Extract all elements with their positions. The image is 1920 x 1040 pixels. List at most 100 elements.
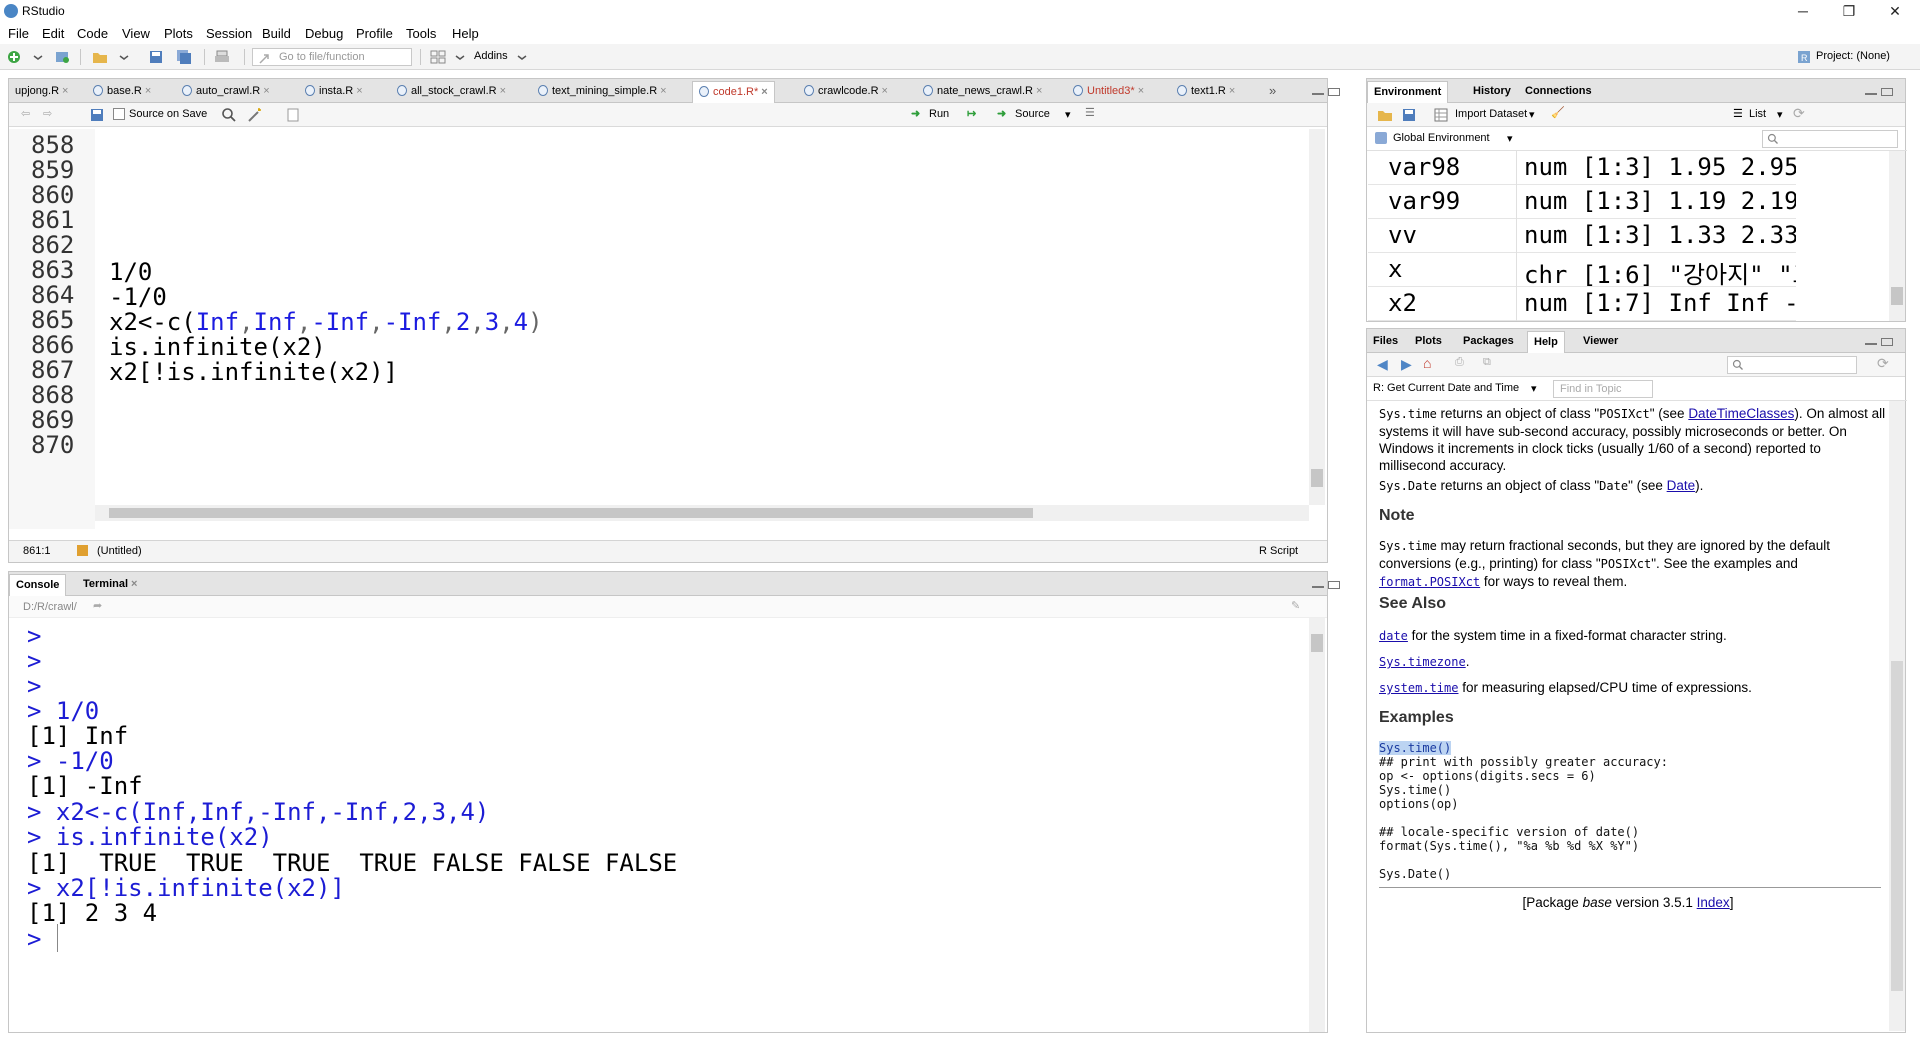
print-icon[interactable]: ⎙ — [1455, 356, 1464, 369]
magic-wand-icon[interactable] — [247, 107, 263, 123]
minimize-pane-icon[interactable] — [1865, 93, 1877, 95]
grid-layout-icon[interactable] — [430, 49, 446, 65]
system-time-link[interactable]: system.time — [1379, 681, 1458, 695]
chevron-down-icon[interactable]: ▾ — [1531, 382, 1537, 395]
environment-row[interactable]: vv num [1:3] 1.33 2.33 3… — [1368, 219, 1796, 253]
help-vertical-scrollbar[interactable] — [1889, 401, 1905, 1031]
open-new-window-icon[interactable]: ⧉ — [1483, 356, 1491, 369]
close-icon[interactable]: × — [660, 85, 666, 97]
menu-debug[interactable]: Debug — [305, 26, 343, 41]
tab-text-mining-simple[interactable]: text_mining_simple.R × — [532, 81, 673, 103]
clear-objects-icon[interactable]: 🧹 — [1551, 106, 1565, 119]
scrollbar-thumb[interactable] — [1891, 661, 1903, 991]
code-area[interactable]: 1/0 -1/0 x2<-c(Inf,Inf,-Inf,-Inf,2,3,4) … — [95, 129, 1305, 505]
close-icon[interactable]: × — [263, 85, 269, 97]
pane-minmax[interactable] — [1312, 578, 1342, 590]
environment-scope-selector[interactable]: Global Environment — [1393, 132, 1490, 144]
menu-plots[interactable]: Plots — [164, 26, 193, 41]
close-icon[interactable]: × — [1138, 85, 1144, 97]
maximize-pane-icon[interactable] — [1328, 581, 1340, 589]
project-menu[interactable]: Project: (None) — [1816, 50, 1890, 62]
forward-arrow-icon[interactable]: ▶ — [1401, 356, 1412, 373]
environment-row[interactable]: x chr [1:6] "강아지" "고… — [1368, 253, 1796, 289]
maximize-pane-icon[interactable] — [1328, 88, 1340, 96]
source-button[interactable]: Source — [1015, 108, 1050, 120]
tab-code1[interactable]: code1.R* × — [692, 81, 775, 103]
menu-help[interactable]: Help — [452, 26, 479, 41]
tab-insta[interactable]: insta.R × — [299, 81, 369, 103]
search-icon[interactable] — [221, 107, 237, 123]
chevron-down-icon[interactable]: ▾ — [1777, 108, 1783, 121]
tab-nate-news-crawl[interactable]: nate_news_crawl.R × — [917, 81, 1048, 103]
minimize-pane-icon[interactable] — [1312, 93, 1324, 95]
console-prompt[interactable]: > — [27, 925, 41, 953]
goto-file-function-input[interactable]: Go to file/function — [252, 48, 412, 66]
tab-files[interactable]: Files — [1367, 331, 1404, 353]
close-icon[interactable]: × — [761, 86, 767, 98]
chevron-down-icon[interactable] — [452, 49, 468, 65]
open-file-icon[interactable] — [92, 49, 108, 65]
tab-packages[interactable]: Packages — [1457, 331, 1520, 353]
refresh-icon[interactable]: ⟳ — [1793, 105, 1805, 122]
close-icon[interactable]: × — [882, 85, 888, 97]
close-icon[interactable]: × — [356, 85, 362, 97]
tab-base[interactable]: base.R × — [87, 81, 157, 103]
compile-report-icon[interactable] — [285, 107, 301, 123]
new-project-icon[interactable] — [54, 49, 70, 65]
tab-viewer[interactable]: Viewer — [1577, 331, 1624, 353]
tab-terminal[interactable]: Terminal × — [77, 574, 143, 596]
environment-row[interactable]: var99 num [1:3] 1.19 2.19 3… — [1368, 185, 1796, 219]
pane-minmax[interactable] — [1312, 85, 1342, 97]
datetimeclasses-link[interactable]: DateTimeClasses — [1688, 406, 1794, 421]
pane-minmax[interactable] — [1865, 85, 1895, 97]
minimize-pane-icon[interactable] — [1865, 343, 1877, 345]
close-icon[interactable]: × — [1036, 85, 1042, 97]
date-link[interactable]: Date — [1667, 478, 1696, 493]
close-icon[interactable]: × — [1229, 85, 1235, 97]
save-workspace-icon[interactable] — [1401, 107, 1417, 123]
tab-connections[interactable]: Connections — [1519, 81, 1598, 103]
tab-console[interactable]: Console — [9, 574, 67, 596]
tab-history[interactable]: History — [1467, 81, 1517, 103]
chevron-down-icon[interactable] — [514, 49, 530, 65]
tab-upjong[interactable]: upjong.R × — [9, 81, 74, 103]
console-output[interactable]: > > > > 1/0 [1] Inf > -1/0 [1] -Inf > x2… — [9, 618, 1305, 1032]
save-icon[interactable] — [89, 107, 105, 123]
editor-vertical-scrollbar[interactable] — [1309, 129, 1325, 505]
chevron-down-icon[interactable]: ▾ — [1065, 108, 1071, 121]
menu-profile[interactable]: Profile — [356, 26, 393, 41]
addins-menu[interactable]: Addins — [474, 50, 508, 62]
environment-row[interactable]: var98 num [1:3] 1.95 2.95 3… — [1368, 151, 1796, 185]
environment-search-input[interactable] — [1762, 130, 1898, 148]
minimize-button[interactable]: ─ — [1780, 0, 1826, 24]
back-arrow-icon[interactable]: ⇦ — [21, 107, 30, 120]
tab-environment[interactable]: Environment — [1367, 81, 1449, 103]
print-icon[interactable] — [214, 49, 230, 65]
forward-arrow-icon[interactable]: ⇨ — [43, 107, 52, 120]
back-arrow-icon[interactable]: ◀ — [1377, 356, 1388, 373]
goto-directory-icon[interactable]: ➦ — [93, 599, 102, 612]
menu-view[interactable]: View — [122, 26, 150, 41]
scrollbar-thumb[interactable] — [109, 508, 1033, 518]
scrollbar-thumb[interactable] — [1311, 634, 1323, 652]
tab-untitled3[interactable]: Untitled3* × — [1067, 81, 1150, 103]
tab-text1[interactable]: text1.R × — [1171, 81, 1241, 103]
close-button[interactable]: ✕ — [1872, 0, 1918, 24]
rerun-icon[interactable]: ↦ — [967, 107, 976, 120]
index-link[interactable]: Index — [1697, 895, 1730, 910]
help-search-input[interactable] — [1727, 356, 1857, 374]
console-vertical-scrollbar[interactable] — [1309, 618, 1325, 1032]
format-posixct-link[interactable]: format.POSIXct — [1379, 575, 1480, 589]
import-dataset-button[interactable]: Import Dataset — [1455, 108, 1527, 120]
menu-code[interactable]: Code — [77, 26, 108, 41]
menu-session[interactable]: Session — [206, 26, 252, 41]
source-on-save-checkbox[interactable] — [113, 108, 125, 120]
tab-auto-crawl[interactable]: auto_crawl.R × — [176, 81, 276, 103]
outline-icon[interactable]: ☰ — [1085, 106, 1095, 119]
scrollbar-thumb[interactable] — [1891, 287, 1903, 305]
menu-file[interactable]: File — [8, 26, 29, 41]
help-topic-selector[interactable]: R: Get Current Date and Time — [1373, 382, 1519, 394]
menu-tools[interactable]: Tools — [406, 26, 436, 41]
editor-horizontal-scrollbar[interactable] — [95, 505, 1309, 521]
close-icon[interactable]: × — [131, 578, 137, 590]
